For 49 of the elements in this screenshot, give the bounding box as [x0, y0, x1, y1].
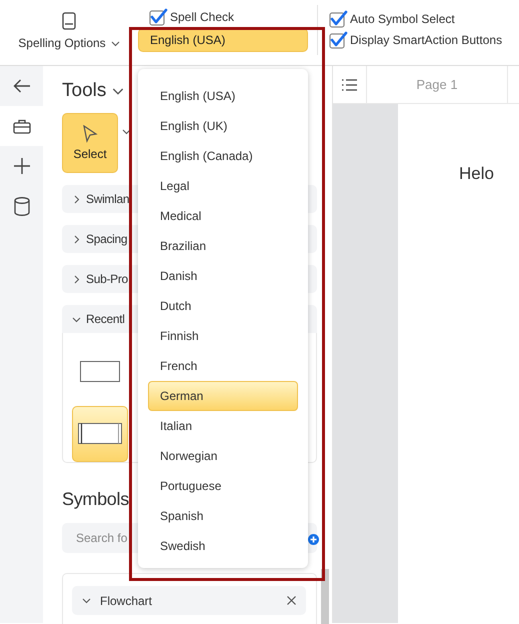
back-arrow-icon[interactable]	[12, 79, 30, 93]
dropdown-option[interactable]: Dutch	[148, 291, 298, 321]
chevron-right-icon	[72, 274, 81, 284]
dropdown-option[interactable]: German	[148, 381, 298, 411]
process-shape-icon	[78, 423, 122, 444]
checkbox[interactable]	[329, 10, 348, 28]
pointer-icon	[82, 125, 98, 143]
chevron-down-icon	[122, 127, 131, 136]
dropdown-option[interactable]: Danish	[148, 261, 298, 291]
spelling-options-button[interactable]: Spelling Options	[18, 36, 120, 50]
toolbox-icon[interactable]	[12, 118, 30, 134]
chevron-down-icon	[72, 314, 81, 324]
panel-title: Symbols	[62, 489, 130, 511]
library-header[interactable]: Flowchart	[72, 586, 306, 615]
book-icon	[62, 12, 76, 30]
scrollbar[interactable]	[321, 569, 329, 624]
chevron-right-icon	[72, 234, 81, 244]
dropdown-option[interactable]: Brazilian	[148, 231, 298, 261]
dropdown-option[interactable]: Norwegian	[148, 441, 298, 471]
panel-title: Tools	[62, 80, 106, 102]
checkbox-label: Auto Symbol Select	[350, 12, 455, 26]
dropdown-option[interactable]: Swedish	[148, 531, 298, 561]
language-select[interactable]: English (USA)	[138, 28, 308, 52]
checkbox[interactable]	[149, 8, 168, 26]
dropdown-option[interactable]: English (UK)	[148, 111, 298, 141]
chevron-down-icon	[82, 596, 91, 605]
checkbox-label: Spell Check	[170, 10, 234, 24]
dropdown-option[interactable]: English (USA)	[148, 81, 298, 111]
dropdown-option[interactable]: Portuguese	[148, 471, 298, 501]
add-circle-icon[interactable]	[308, 534, 319, 545]
canvas-text: Helo	[459, 164, 494, 183]
checkbox-label: Display SmartAction Buttons	[350, 33, 502, 47]
chevron-down-icon	[110, 38, 120, 48]
database-icon[interactable]	[14, 196, 30, 216]
chevron-right-icon	[72, 194, 81, 204]
rectangle-shape-icon	[80, 361, 120, 382]
close-icon[interactable]	[287, 596, 296, 605]
plus-icon[interactable]	[14, 158, 30, 174]
list-icon[interactable]	[342, 78, 357, 90]
dropdown-option[interactable]: Medical	[148, 201, 298, 231]
dropdown-option[interactable]: English (Canada)	[148, 141, 298, 171]
select-tool-button[interactable]: Select	[62, 113, 118, 173]
dropdown-option[interactable]: Legal	[148, 171, 298, 201]
shape-tile[interactable]	[72, 406, 128, 462]
dropdown-option[interactable]: Spanish	[148, 501, 298, 531]
dropdown-option[interactable]: Italian	[148, 411, 298, 441]
dropdown-option[interactable]: French	[148, 351, 298, 381]
dropdown-option[interactable]: Finnish	[148, 321, 298, 351]
checkbox[interactable]	[329, 31, 348, 49]
